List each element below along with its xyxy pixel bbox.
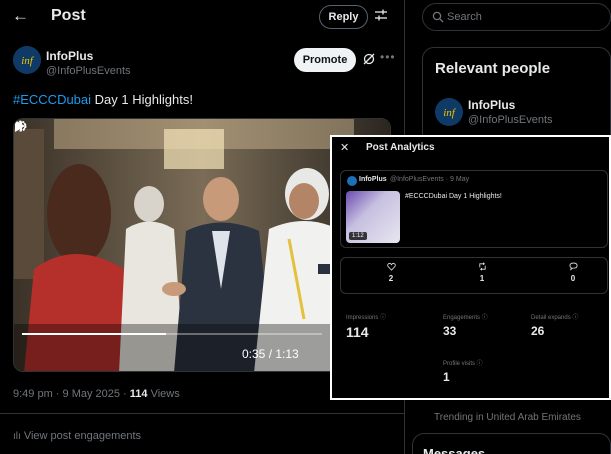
likes-stat: 2 bbox=[376, 262, 406, 283]
reposts-count: 1 bbox=[479, 274, 485, 283]
video-progress-bar[interactable] bbox=[22, 333, 322, 335]
replies-count: 0 bbox=[570, 274, 576, 283]
svg-text:inf: inf bbox=[443, 107, 457, 119]
repost-icon bbox=[478, 262, 486, 271]
profile-visits-metric: Profile visits ⓘ 1 bbox=[443, 358, 483, 384]
post-timestamp-views: 9:49 pm · 9 May 2025 · 114 Views bbox=[13, 388, 180, 400]
preview-text: #ECCCDubai Day 1 Highlights! bbox=[405, 193, 502, 200]
modal-title: Post Analytics bbox=[366, 142, 435, 153]
relevant-handle[interactable]: @InfoPlusEvents bbox=[468, 114, 553, 126]
view-engagements-label: View post engagements bbox=[23, 430, 142, 442]
engagements-value: 33 bbox=[443, 324, 457, 338]
preview-thumbnail: 1:12 bbox=[346, 191, 400, 243]
svg-text:inf: inf bbox=[21, 55, 35, 67]
replies-stat: 0 bbox=[558, 262, 588, 283]
tune-icon[interactable] bbox=[374, 8, 388, 22]
post-preview-card: InfoPlus @InfoPlusEvents · 9 May 1:12 #E… bbox=[340, 170, 608, 248]
relevant-people-title: Relevant people bbox=[435, 60, 551, 77]
reply-button[interactable]: Reply bbox=[319, 5, 368, 29]
messages-drawer[interactable]: Messages bbox=[412, 433, 611, 454]
video-time: 0:35 / 1:13 bbox=[242, 347, 299, 361]
more-icon[interactable]: ••• bbox=[380, 50, 396, 64]
reply-icon bbox=[568, 262, 578, 271]
grok-icon[interactable] bbox=[362, 52, 376, 66]
profile-visits-value: 1 bbox=[443, 370, 450, 384]
likes-count: 2 bbox=[388, 274, 394, 283]
messages-title: Messages bbox=[423, 446, 486, 454]
engagements-metric: Engagements ⓘ 33 bbox=[443, 312, 488, 338]
mini-avatar bbox=[347, 176, 357, 186]
reposts-stat: 1 bbox=[467, 262, 497, 283]
page-title: Post bbox=[51, 7, 86, 24]
settings-icon[interactable] bbox=[14, 119, 28, 133]
back-arrow-icon[interactable]: ← bbox=[12, 6, 29, 26]
preview-author: InfoPlus bbox=[359, 176, 387, 183]
preview-handle: @InfoPlusEvents · 9 May bbox=[390, 176, 470, 183]
search-icon bbox=[432, 11, 444, 23]
detail-expands-label: Detail expands ⓘ bbox=[531, 315, 579, 321]
relevant-name[interactable]: InfoPlus bbox=[468, 98, 515, 112]
avatar[interactable]: inf bbox=[13, 46, 41, 74]
author-name[interactable]: InfoPlus bbox=[46, 49, 93, 63]
promote-button[interactable]: Promote bbox=[294, 48, 356, 72]
trending-label[interactable]: Trending in United Arab Emirates bbox=[434, 412, 581, 423]
impressions-label: Impressions ⓘ bbox=[346, 315, 387, 321]
author-handle[interactable]: @InfoPlusEvents bbox=[46, 65, 131, 77]
profile-visits-label: Profile visits ⓘ bbox=[443, 361, 483, 367]
post-analytics-modal: ✕ Post Analytics InfoPlus @InfoPlusEvent… bbox=[330, 135, 611, 400]
engagement-stats-row: 2 1 0 bbox=[340, 257, 608, 294]
views-label: Views bbox=[147, 388, 180, 400]
detail-expands-value: 26 bbox=[531, 324, 545, 338]
post-timestamp[interactable]: 9:49 pm · 9 May 2025 · bbox=[13, 388, 130, 400]
post-text: #ECCCDubai Day 1 Highlights! bbox=[13, 92, 193, 107]
detail-expands-metric: Detail expands ⓘ 26 bbox=[531, 312, 578, 338]
search-input[interactable]: Search bbox=[422, 3, 611, 31]
view-engagements-link[interactable]: ılı View post engagements bbox=[13, 430, 141, 442]
heart-icon bbox=[386, 262, 396, 271]
post-header: ← Post Reply bbox=[0, 0, 405, 36]
relevant-avatar[interactable]: inf bbox=[435, 98, 463, 126]
chart-icon: ılı bbox=[13, 431, 21, 442]
search-placeholder: Search bbox=[447, 11, 482, 23]
close-icon[interactable]: ✕ bbox=[340, 141, 349, 154]
divider bbox=[0, 413, 405, 414]
impressions-metric: Impressions ⓘ 114 bbox=[346, 312, 386, 340]
views-count: 114 bbox=[129, 388, 148, 400]
preview-duration: 1:12 bbox=[349, 232, 367, 240]
hashtag-link[interactable]: #ECCCDubai bbox=[13, 92, 91, 107]
impressions-value: 114 bbox=[346, 324, 369, 340]
engagements-label: Engagements ⓘ bbox=[443, 315, 488, 321]
video-progress-fill bbox=[22, 333, 166, 335]
post-body: Day 1 Highlights! bbox=[91, 92, 193, 107]
